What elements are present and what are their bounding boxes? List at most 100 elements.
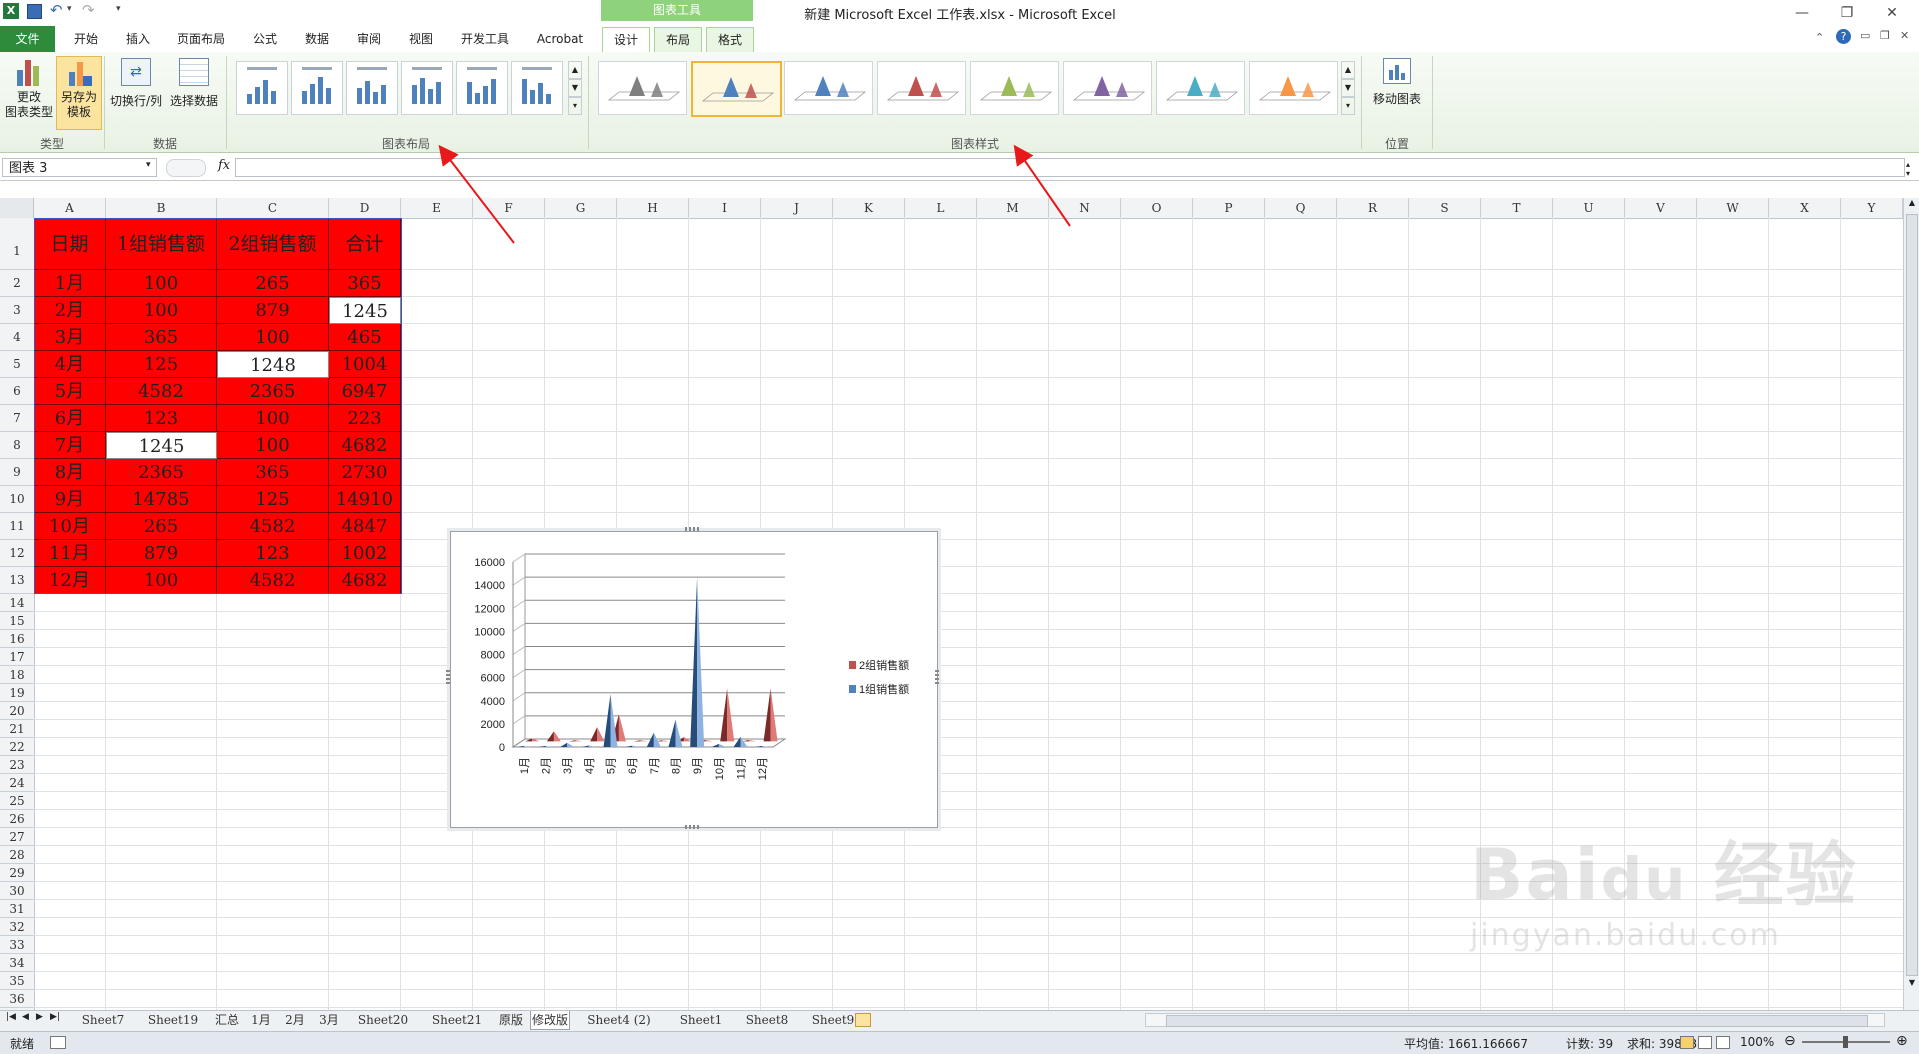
customize-qat-icon[interactable]: ▾ — [116, 4, 121, 14]
sheet-nav-next[interactable]: ▶ — [36, 1012, 43, 1022]
table-cell[interactable]: 14910 — [329, 486, 401, 513]
table-cell[interactable]: 4582 — [217, 567, 329, 594]
insert-sheet-icon[interactable] — [855, 1013, 871, 1027]
chart-style-option-1[interactable] — [598, 61, 687, 115]
scroll-down-arrow[interactable]: ▼ — [1904, 978, 1919, 992]
tab-formulas[interactable]: 公式 — [245, 27, 285, 51]
table-cell[interactable]: 11月 — [34, 540, 106, 567]
row-header-5[interactable]: 5 — [0, 351, 34, 378]
column-header-F[interactable]: F — [473, 198, 545, 218]
style-gallery-scroll-down[interactable]: ▼ — [1341, 79, 1355, 97]
table-cell[interactable]: 2730 — [329, 459, 401, 486]
row-header-12[interactable]: 12 — [0, 540, 34, 567]
row-header-7[interactable]: 7 — [0, 405, 34, 432]
header-cell-A[interactable]: 日期 — [34, 218, 106, 270]
row-header-35[interactable]: 35 — [0, 972, 34, 990]
table-cell[interactable]: 125 — [217, 486, 329, 513]
sheet-nav-last[interactable]: ▶| — [50, 1012, 60, 1022]
column-header-V[interactable]: V — [1625, 198, 1697, 218]
change-chart-type-button[interactable]: 更改 图表类型 — [4, 58, 54, 128]
normal-view-icon[interactable] — [1680, 1036, 1694, 1049]
zoom-out-icon[interactable]: ⊖ — [1784, 1033, 1796, 1049]
row-header-19[interactable]: 19 — [0, 684, 34, 702]
table-cell[interactable]: 4682 — [329, 432, 401, 459]
table-cell[interactable]: 100 — [217, 324, 329, 351]
table-cell[interactable]: 125 — [106, 351, 217, 378]
page-layout-view-icon[interactable] — [1698, 1036, 1712, 1049]
table-cell[interactable]: 100 — [106, 270, 217, 297]
row-header-30[interactable]: 30 — [0, 882, 34, 900]
table-cell[interactable]: 123 — [217, 540, 329, 567]
sheet-nav-prev[interactable]: ◀ — [22, 1012, 29, 1022]
workbook-close-icon[interactable]: ✕ — [1900, 29, 1909, 42]
column-header-A[interactable]: A — [34, 198, 106, 218]
undo-dropdown-icon[interactable]: ▾ — [67, 4, 72, 14]
zoom-level[interactable]: 100% — [1740, 1035, 1774, 1049]
tab-review[interactable]: 审阅 — [349, 27, 389, 51]
horizontal-scrollbar[interactable] — [1145, 1013, 1885, 1027]
column-header-P[interactable]: P — [1193, 198, 1265, 218]
help-icon[interactable]: ? — [1836, 29, 1851, 44]
horizontal-scroll-thumb[interactable] — [1166, 1015, 1868, 1027]
row-header-2[interactable]: 2 — [0, 270, 34, 297]
sheet-tab-11[interactable]: Sheet4 (2) — [572, 1011, 666, 1029]
layout-gallery-more[interactable]: ▾ — [568, 97, 582, 115]
table-cell[interactable]: 465 — [329, 324, 401, 351]
row-header-36[interactable]: 36 — [0, 990, 34, 1008]
zoom-slider-thumb[interactable] — [1843, 1036, 1848, 1048]
chart-style-option-3[interactable] — [784, 61, 873, 115]
sheet-tab-10[interactable]: 修改版 — [530, 1011, 570, 1030]
column-header-T[interactable]: T — [1481, 198, 1553, 218]
table-cell[interactable]: 5月 — [34, 378, 106, 405]
formula-input[interactable] — [235, 158, 1905, 177]
header-cell-C[interactable]: 2组销售额 — [217, 218, 329, 270]
row-header-31[interactable]: 31 — [0, 900, 34, 918]
row-header-20[interactable]: 20 — [0, 702, 34, 720]
sheet-tab-1[interactable]: Sheet7 — [72, 1011, 134, 1029]
chart-resize-handle-left[interactable] — [446, 670, 450, 686]
tab-developer[interactable]: 开发工具 — [454, 27, 516, 51]
sheet-tab-5[interactable]: 2月 — [280, 1011, 310, 1029]
table-cell[interactable]: 6月 — [34, 405, 106, 432]
formula-divider-grip[interactable] — [166, 159, 206, 177]
column-header-I[interactable]: I — [689, 198, 761, 218]
row-header-4[interactable]: 4 — [0, 324, 34, 351]
table-cell[interactable]: 10月 — [34, 513, 106, 540]
header-cell-D[interactable]: 合计 — [329, 218, 401, 270]
table-cell[interactable]: 4582 — [106, 378, 217, 405]
layout-gallery-scroll-up[interactable]: ▲ — [568, 61, 582, 79]
chart-style-option-4[interactable] — [877, 61, 966, 115]
tab-insert[interactable]: 插入 — [118, 27, 158, 51]
column-header-D[interactable]: D — [329, 198, 401, 218]
table-cell[interactable]: 365 — [329, 270, 401, 297]
row-header-6[interactable]: 6 — [0, 378, 34, 405]
chart-style-option-6[interactable] — [1063, 61, 1152, 115]
row-header-27[interactable]: 27 — [0, 828, 34, 846]
insert-function-button[interactable]: fx — [218, 158, 230, 173]
row-header-3[interactable]: 3 — [0, 297, 34, 324]
row-header-22[interactable]: 22 — [0, 738, 34, 756]
table-cell[interactable]: 1245 — [329, 297, 401, 324]
undo-icon[interactable]: ↶ — [50, 1, 63, 19]
row-header-15[interactable]: 15 — [0, 612, 34, 630]
chart-layout-option-3[interactable] — [346, 61, 398, 115]
select-all-corner[interactable] — [0, 198, 34, 218]
ribbon-minimize-icon[interactable]: ⌃ — [1815, 31, 1824, 44]
table-cell[interactable]: 12月 — [34, 567, 106, 594]
row-header-29[interactable]: 29 — [0, 864, 34, 882]
table-cell[interactable]: 1245 — [106, 432, 217, 459]
name-box[interactable]: 图表 3 — [2, 158, 157, 177]
table-cell[interactable]: 265 — [217, 270, 329, 297]
column-header-W[interactable]: W — [1697, 198, 1769, 218]
vertical-scrollbar[interactable]: ▲ ▼ — [1903, 198, 1919, 1010]
chart-style-option-8[interactable] — [1249, 61, 1338, 115]
row-header-13[interactable]: 13 — [0, 567, 34, 594]
table-cell[interactable]: 8月 — [34, 459, 106, 486]
table-cell[interactable]: 100 — [217, 405, 329, 432]
row-header-34[interactable]: 34 — [0, 954, 34, 972]
restore-icon[interactable]: ❐ — [1830, 2, 1864, 24]
sheet-tab-9[interactable]: 原版 — [496, 1011, 526, 1029]
zoom-in-icon[interactable]: ⊕ — [1896, 1033, 1908, 1049]
column-header-H[interactable]: H — [617, 198, 689, 218]
sheet-tab-7[interactable]: Sheet20 — [348, 1011, 418, 1029]
